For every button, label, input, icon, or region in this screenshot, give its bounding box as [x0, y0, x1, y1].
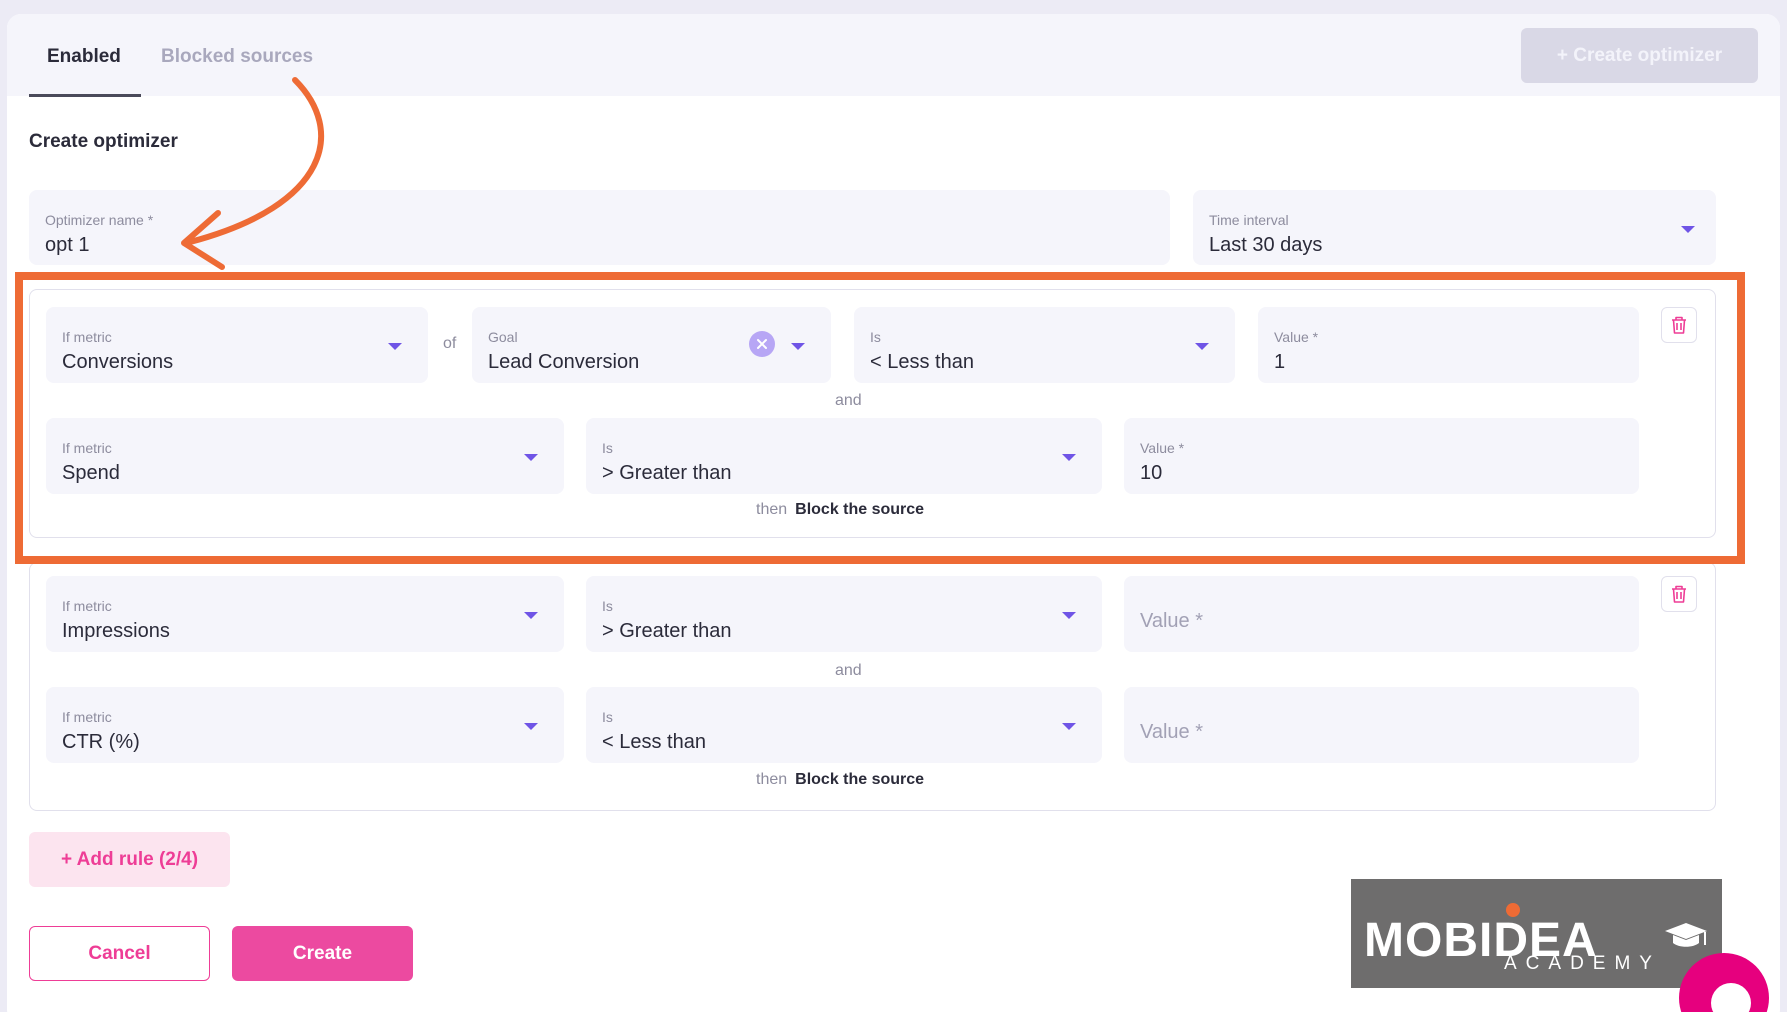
active-tab-indicator: [29, 94, 141, 97]
condition-label: Is: [870, 329, 881, 345]
rule-card-2: If metric Impressions Is > Greater than …: [29, 562, 1716, 811]
goal-value: Lead Conversion: [488, 351, 640, 373]
optimizer-name-value: opt 1: [45, 234, 90, 256]
optimizer-name-field[interactable]: Optimizer name * opt 1: [29, 190, 1170, 265]
condition-select[interactable]: Is < Less than: [586, 687, 1102, 763]
action-label: Block the source: [795, 501, 925, 518]
time-interval-value: Last 30 days: [1209, 234, 1323, 256]
trash-icon: [1672, 585, 1686, 603]
condition-select[interactable]: Is < Less than: [854, 307, 1235, 383]
chevron-down-icon: [1062, 612, 1076, 619]
action-label: Block the source: [795, 771, 925, 788]
goal-select[interactable]: Goal Lead Conversion: [472, 307, 831, 383]
if-metric-value: Spend: [62, 462, 120, 484]
chevron-down-icon: [524, 454, 538, 461]
condition-value: < Less than: [870, 351, 974, 373]
if-metric-value: CTR (%): [62, 731, 140, 753]
value-input[interactable]: Value *: [1124, 687, 1639, 763]
if-metric-select[interactable]: If metric Impressions: [46, 576, 564, 652]
value-label: Value *: [1274, 329, 1319, 345]
if-metric-select[interactable]: If metric Spend: [46, 418, 564, 494]
create-optimizer-button[interactable]: + Create optimizer: [1521, 28, 1758, 83]
and-label: and: [835, 662, 862, 679]
optimizer-panel: Enabled Blocked sources + Create optimiz…: [7, 14, 1780, 1012]
logo-subtitle: ACADEMY: [1504, 953, 1661, 974]
of-label: of: [443, 335, 457, 352]
chat-icon: [1711, 983, 1751, 1012]
create-button[interactable]: Create: [232, 926, 413, 981]
tab-enabled[interactable]: Enabled: [47, 46, 121, 68]
then-label: then: [756, 501, 788, 518]
value-input[interactable]: Value *: [1124, 576, 1639, 652]
condition-label: Is: [602, 709, 613, 725]
chevron-down-icon: [1062, 723, 1076, 730]
then-label: then: [756, 771, 788, 788]
watermark-logo: MOBIDEA ACADEMY: [1351, 879, 1722, 988]
value-placeholder: Value *: [1140, 610, 1204, 632]
time-interval-label: Time interval: [1209, 212, 1289, 228]
condition-select[interactable]: Is > Greater than: [586, 418, 1102, 494]
if-metric-select[interactable]: If metric Conversions: [46, 307, 428, 383]
condition-label: Is: [602, 598, 613, 614]
tab-blocked-sources[interactable]: Blocked sources: [161, 46, 313, 68]
section-title: Create optimizer: [29, 131, 178, 152]
if-metric-value: Conversions: [62, 351, 174, 373]
goal-label: Goal: [488, 329, 518, 345]
delete-rule-button[interactable]: [1661, 307, 1697, 343]
tab-bar: Enabled Blocked sources + Create optimiz…: [7, 14, 1780, 97]
if-metric-label: If metric: [62, 709, 112, 725]
and-label: and: [835, 392, 862, 409]
delete-rule-button[interactable]: [1661, 576, 1697, 612]
condition-label: Is: [602, 440, 613, 456]
chevron-down-icon: [1062, 454, 1076, 461]
if-metric-value: Impressions: [62, 620, 170, 642]
if-metric-label: If metric: [62, 598, 112, 614]
if-metric-label: If metric: [62, 440, 112, 456]
clear-icon[interactable]: [749, 331, 775, 357]
add-rule-button[interactable]: + Add rule (2/4): [29, 832, 230, 887]
value-input[interactable]: Value * 10: [1124, 418, 1639, 494]
chevron-down-icon: [524, 723, 538, 730]
condition-value: < Less than: [602, 731, 706, 753]
if-metric-select[interactable]: If metric CTR (%): [46, 687, 564, 763]
time-interval-select[interactable]: Time interval Last 30 days: [1193, 190, 1716, 265]
optimizer-name-label: Optimizer name *: [45, 212, 154, 228]
chevron-down-icon: [1681, 226, 1695, 233]
chevron-down-icon: [1195, 343, 1209, 350]
value-placeholder: Value *: [1140, 721, 1204, 743]
then-action: then Block the source: [756, 771, 924, 789]
trash-icon: [1672, 316, 1686, 334]
chevron-down-icon: [791, 343, 805, 350]
condition-value: > Greater than: [602, 462, 732, 484]
value-value: 10: [1140, 462, 1163, 484]
if-metric-label: If metric: [62, 329, 112, 345]
condition-select[interactable]: Is > Greater than: [586, 576, 1102, 652]
chevron-down-icon: [388, 343, 402, 350]
condition-value: > Greater than: [602, 620, 732, 642]
chevron-down-icon: [524, 612, 538, 619]
cancel-button[interactable]: Cancel: [29, 926, 210, 981]
then-action: then Block the source: [756, 501, 924, 519]
rule-card-1: If metric Conversions of Goal Lead Conve…: [29, 289, 1716, 538]
graduation-cap-icon: [1665, 923, 1707, 947]
value-label: Value *: [1140, 440, 1185, 456]
value-value: 1: [1274, 351, 1286, 373]
value-input[interactable]: Value * 1: [1258, 307, 1639, 383]
